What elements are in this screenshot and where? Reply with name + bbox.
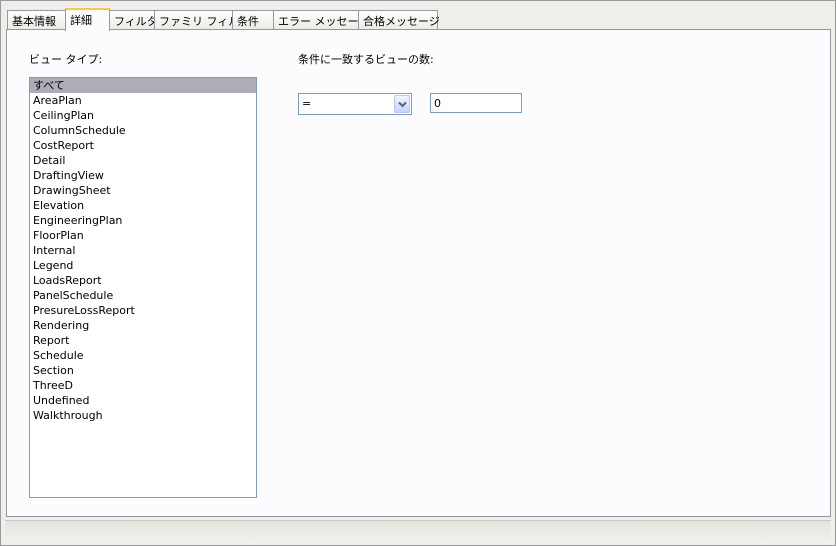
chevron-down-icon	[398, 101, 407, 108]
matching-view-count-label: 条件に一致するビューの数:	[298, 53, 434, 66]
list-item[interactable]: Detail	[30, 153, 256, 168]
list-item[interactable]: PanelSchedule	[30, 288, 256, 303]
tab-pass-message[interactable]: 合格メッセージ	[358, 10, 440, 29]
list-item[interactable]: ThreeD	[30, 378, 256, 393]
list-item[interactable]: FloorPlan	[30, 228, 256, 243]
list-item[interactable]: Report	[30, 333, 256, 348]
list-item[interactable]: Undefined	[30, 393, 256, 408]
list-item[interactable]: EngineeringPlan	[30, 213, 256, 228]
view-type-list[interactable]: すべて AreaPlan CeilingPlan ColumnSchedule …	[29, 77, 257, 498]
list-item[interactable]: LoadsReport	[30, 273, 256, 288]
tab-details[interactable]: 詳細	[65, 8, 110, 31]
status-bar	[5, 520, 831, 543]
list-item[interactable]: Schedule	[30, 348, 256, 363]
list-item[interactable]: Walkthrough	[30, 408, 256, 423]
list-item[interactable]: CeilingPlan	[30, 108, 256, 123]
list-item[interactable]: すべて	[30, 78, 256, 93]
tab-family-filter[interactable]: ファミリ フィルタ	[154, 10, 250, 29]
list-item[interactable]: Elevation	[30, 198, 256, 213]
list-item[interactable]: Internal	[30, 243, 256, 258]
tab-filter[interactable]: フィルタ	[109, 10, 158, 29]
view-type-label: ビュー タイプ:	[29, 53, 103, 66]
dropdown-button[interactable]	[394, 95, 410, 113]
list-item[interactable]: DrawingSheet	[30, 183, 256, 198]
list-item[interactable]: AreaPlan	[30, 93, 256, 108]
dialog-window: 基本情報 詳細 フィルタ ファミリ フィルタ 条件 エラー メッセージ 合格メッ…	[0, 0, 836, 546]
tab-conditions[interactable]: 条件	[232, 10, 274, 29]
list-item[interactable]: PresureLossReport	[30, 303, 256, 318]
list-item[interactable]: ColumnSchedule	[30, 123, 256, 138]
tab-strip: 基本情報 詳細 フィルタ ファミリ フィルタ 条件 エラー メッセージ 合格メッ…	[7, 8, 831, 31]
operator-value: =	[302, 97, 312, 110]
list-item[interactable]: Rendering	[30, 318, 256, 333]
count-input[interactable]	[430, 93, 522, 113]
tab-basic-info[interactable]: 基本情報	[7, 10, 66, 29]
list-item[interactable]: Section	[30, 363, 256, 378]
list-item[interactable]: Legend	[30, 258, 256, 273]
details-panel: ビュー タイプ: すべて AreaPlan CeilingPlan Column…	[6, 29, 831, 517]
operator-dropdown[interactable]: =	[298, 93, 412, 115]
list-item[interactable]: CostReport	[30, 138, 256, 153]
tab-error-message[interactable]: エラー メッセージ	[273, 10, 369, 29]
list-item[interactable]: DraftingView	[30, 168, 256, 183]
